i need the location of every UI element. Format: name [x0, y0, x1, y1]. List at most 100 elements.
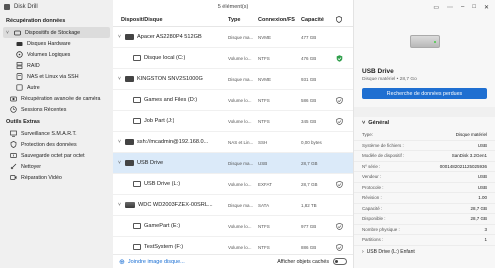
child-section-header[interactable]: › USB Drive (L:) Enfant: [354, 246, 495, 258]
maximize-icon[interactable]: □: [472, 4, 476, 10]
device-type: NAS et Lin...: [228, 139, 254, 145]
device-type: Disque ma...: [228, 160, 254, 166]
device-type: Volume lo...: [228, 223, 252, 229]
sidebar-item-other[interactable]: Autre: [0, 82, 113, 93]
sidebar-item-hardware-disks[interactable]: Disques Hardware: [0, 38, 113, 49]
column-device[interactable]: Disposit/Disque: [113, 17, 225, 23]
disk-icon: [125, 202, 135, 208]
show-hidden-toggle[interactable]: [333, 258, 347, 265]
table-row[interactable]: ˅ Apacer AS2280P4 512GB Disque ma... NVME 47…: [113, 27, 353, 48]
sidebar-item-smart[interactable]: Surveillance S.M.A.R.T.: [0, 128, 113, 139]
device-capacity: 476 GB: [301, 55, 317, 61]
sidebar-item-label: Volumes Logiques: [27, 51, 71, 58]
device-type: Volume lo...: [228, 244, 252, 250]
sidebar-item-label: NAS et Linux via SSH: [27, 73, 79, 80]
table-row[interactable]: ˅ USB Drive Disque ma... USB 28,7 GB: [113, 153, 353, 174]
attach-disk-image-link[interactable]: ⊕ Joindre image disque...: [119, 258, 185, 266]
table-row[interactable]: Job Part (J:) Volume lo... NTFS 345 GB: [113, 111, 353, 132]
other-icon: [16, 84, 23, 91]
property-value: 1: [484, 237, 487, 243]
chevron-down-icon[interactable]: ˅: [117, 34, 122, 40]
sidebar-item-nas-ssh[interactable]: NAS et Linux via SSH: [0, 71, 113, 82]
device-name: KINGSTON SNV2S1000G: [137, 76, 203, 82]
sidebar-item-byte-backup[interactable]: Sauvegarde octet par octet: [0, 150, 113, 161]
sidebar-item-label: Disques Hardware: [27, 40, 71, 47]
details-panel: ▭ ⋯ – □ ✕ USB Drive Disque matériel • 28…: [353, 0, 495, 268]
property-value: 1.00: [478, 195, 487, 201]
device-name: TestSystem (F:): [144, 244, 184, 250]
child-section-title: USB Drive (L:) Enfant: [366, 248, 415, 255]
general-section-header[interactable]: ˅ Général: [354, 117, 495, 130]
nas-icon: [16, 73, 23, 80]
attach-disk-image-label: Joindre image disque...: [127, 258, 185, 265]
device-capacity: 977 GB: [301, 223, 317, 229]
chevron-down-icon[interactable]: ˅: [5, 30, 10, 36]
table-row[interactable]: Disque local (C:) Volume lo... NTFS 476 GB: [113, 48, 353, 69]
shield-icon: [332, 117, 346, 125]
sidebar-item-data-protection[interactable]: Protection des données: [0, 139, 113, 150]
chevron-right-icon: ›: [362, 248, 364, 255]
device-type: Disque ma...: [228, 76, 254, 82]
chevron-down-icon[interactable]: ˅: [117, 76, 122, 82]
device-type: Volume lo...: [228, 118, 252, 124]
section-extra-tools: Outils Extras: [6, 119, 40, 125]
cell-device-name: ˅ ssh://mcadmin@192.168.0...: [113, 139, 225, 145]
sidebar-item-storage-devices[interactable]: ˅ Dispositifs de Stockage: [3, 27, 110, 38]
property-key: Disponible :: [362, 216, 386, 222]
device-name: Games and Files (D:): [144, 97, 198, 103]
sessions-icon: [10, 106, 17, 113]
book-icon[interactable]: ▭: [433, 4, 439, 11]
property-row: Système de fichiers : USB: [354, 141, 495, 151]
device-capacity: 1,82 TB: [301, 202, 317, 208]
sidebar-item-label: Sauvegarde octet par octet: [21, 152, 85, 159]
device-name: WDC WD2003FZEX-00SRL...: [138, 202, 213, 208]
chevron-down-icon[interactable]: ˅: [117, 160, 122, 166]
device-connection: NTFS: [258, 55, 270, 61]
sidebar-item-cleanup[interactable]: Nettoyer: [0, 161, 113, 172]
column-connection[interactable]: Connexion/FS: [255, 17, 298, 23]
shield-icon: [332, 222, 346, 230]
camera-icon: [10, 95, 17, 102]
table-row[interactable]: USB Drive (L:) Volume lo... EXFAT 28,7 GB: [113, 174, 353, 195]
property-key: Protocole :: [362, 184, 384, 190]
column-capacity[interactable]: Capacité: [298, 17, 332, 23]
table-row[interactable]: GamePart (E:) Volume lo... NTFS 977 GB: [113, 216, 353, 237]
sidebar-item-label: Récupération avancée de caméra: [21, 95, 101, 102]
table-row[interactable]: ˅ ssh://mcadmin@192.168.0... NAS et Lin...…: [113, 132, 353, 153]
cell-device-name: Job Part (J:): [113, 118, 225, 124]
minimize-icon[interactable]: –: [461, 4, 464, 10]
property-key: Révision :: [362, 195, 382, 201]
column-type[interactable]: Type: [225, 17, 255, 23]
close-icon[interactable]: ✕: [484, 4, 489, 11]
volume-icon: [133, 55, 141, 61]
cell-device-name: ˅ KINGSTON SNV2S1000G: [113, 76, 225, 82]
table-row[interactable]: ˅ KINGSTON SNV2S1000G Disque ma... NVME 931 …: [113, 69, 353, 90]
backup-icon: [10, 152, 17, 159]
chevron-down-icon[interactable]: ˅: [117, 202, 122, 208]
sidebar-item-label: Protection des données: [21, 141, 77, 148]
device-title: USB Drive: [362, 68, 394, 75]
table-row[interactable]: Games and Files (D:) Volume lo... NTFS 586 …: [113, 90, 353, 111]
property-value: 3: [484, 226, 487, 232]
property-value: 28,7 GB: [470, 205, 487, 211]
search-lost-data-button[interactable]: Recherche de données perdues: [362, 88, 487, 99]
device-connection: NVME: [258, 34, 272, 40]
app-title: Disk Drill: [14, 4, 38, 10]
volume-icon: [133, 244, 141, 250]
sidebar-item-raid[interactable]: RAID: [0, 60, 113, 71]
sidebar-item-logical-volumes[interactable]: Volumes Logiques: [0, 49, 113, 60]
sidebar-item-recent-sessions[interactable]: Sessions Récentes: [0, 104, 113, 115]
more-icon[interactable]: ⋯: [447, 4, 453, 11]
raid-icon: [16, 62, 23, 69]
property-row: Disponible : 28,7 GB: [354, 214, 495, 225]
device-connection: NTFS: [258, 97, 270, 103]
device-capacity: 886 GB: [301, 244, 317, 250]
sidebar-item-video-repair[interactable]: Réparation Vidéo: [0, 172, 113, 183]
sidebar-item-camera-recovery[interactable]: Récupération avancée de caméra: [0, 93, 113, 104]
table-row[interactable]: ˅ WDC WD2003FZEX-00SRL... Disque ma... SATA…: [113, 195, 353, 216]
show-hidden-toggle-group: Afficher objets cachés: [277, 258, 347, 265]
device-name: ssh://mcadmin@192.168.0...: [137, 139, 209, 145]
storage-icon: [14, 29, 21, 36]
property-row: Protocole : USB: [354, 183, 495, 193]
chevron-down-icon[interactable]: ˅: [117, 139, 122, 145]
